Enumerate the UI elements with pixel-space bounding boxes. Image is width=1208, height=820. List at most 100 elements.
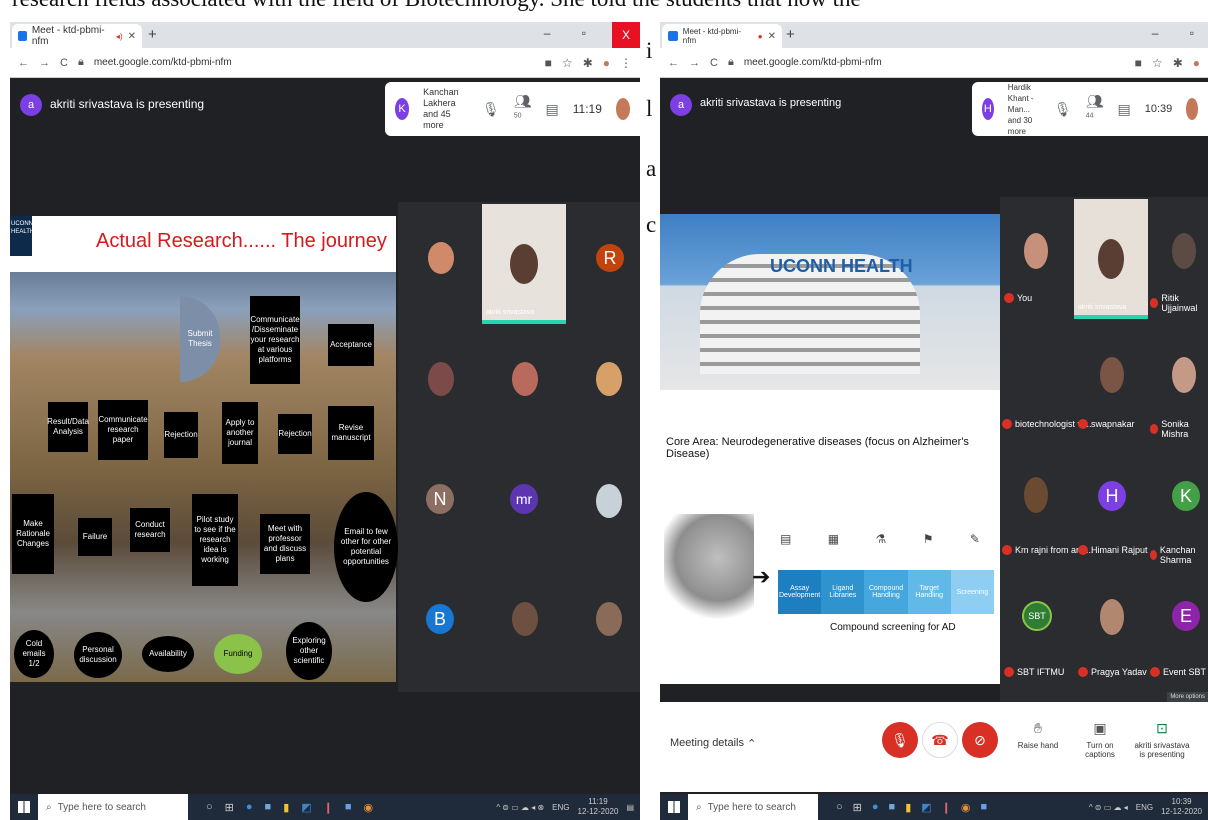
cortana-icon[interactable]: ○: [206, 801, 213, 814]
forward-icon[interactable]: →: [689, 57, 700, 69]
muted-icon: [1002, 419, 1012, 429]
chrome-icon[interactable]: ◉: [961, 801, 971, 814]
profile-icon[interactable]: ●: [1193, 56, 1200, 70]
active-speaker-tile[interactable]: akriti srivastava: [1074, 199, 1148, 319]
building-photo: UCONN HEALTH: [660, 214, 1000, 390]
muted-icon: [1150, 298, 1159, 308]
store-icon[interactable]: ■: [889, 801, 896, 814]
brain-illustration: [664, 514, 754, 624]
app-icon[interactable]: ■: [980, 801, 987, 814]
leave-call-button[interactable]: ☎: [922, 722, 958, 758]
chevron-step: Target Handling: [907, 570, 951, 614]
caption-fragment: i: [646, 38, 653, 63]
arrow-icon: ➔: [752, 564, 771, 589]
camera-off-button[interactable]: ⊘: [962, 722, 998, 758]
active-speaker-tile[interactable]: akriti srivastava: [482, 204, 566, 324]
people-icon[interactable]: 👥︎50: [514, 93, 532, 126]
taskbar-apps: ○ ⊞ ● ■ ▮ ◩ ❙ ■ ◉: [206, 801, 373, 814]
notifications-icon[interactable]: ▤: [626, 803, 634, 812]
windows-start-icon[interactable]: [18, 801, 30, 813]
chevron-step: Compound Handling: [864, 570, 908, 614]
extension-icon[interactable]: ✱: [1173, 56, 1183, 70]
meet-header: a akriti srivastava is presenting K Kanc…: [10, 80, 640, 140]
mail-icon[interactable]: ◩: [921, 801, 931, 814]
edge-icon[interactable]: ●: [872, 801, 879, 814]
taskbar-search[interactable]: ⌕ Type here to search: [688, 794, 818, 820]
forward-icon[interactable]: →: [39, 57, 50, 69]
step-funding: Funding: [214, 634, 262, 674]
captions-button[interactable]: ▣ Turn on captions: [1072, 720, 1128, 759]
search-placeholder: Type here to search: [707, 801, 796, 813]
store-icon[interactable]: ■: [265, 801, 272, 814]
language-indicator[interactable]: ENG: [1136, 803, 1153, 812]
system-tray: ^ ⊜ ▭ ☁ ◂ ⊗ ENG 11:19 12-12-2020 ▤: [496, 797, 640, 817]
presenting-button[interactable]: ⊡ akriti srivastava is presenting: [1134, 720, 1190, 759]
window-controls[interactable]: ‒ ▫: [544, 26, 600, 40]
profile-icon[interactable]: ●: [603, 56, 610, 70]
people-icon[interactable]: 👥︎44: [1086, 93, 1104, 126]
camera-icon[interactable]: ■: [545, 56, 552, 70]
presentation-slide: UCONN HEALTH Core Area: Neurodegenerativ…: [660, 214, 1000, 684]
new-tab-icon[interactable]: +: [148, 26, 157, 43]
clock-time: 11:19: [588, 797, 608, 806]
close-tab-icon[interactable]: ✕: [128, 31, 136, 42]
tab-title: Meet - ktd-pbmi-nfm: [31, 25, 105, 47]
raise-hand-button[interactable]: ✋︎ Raise hand: [1010, 720, 1066, 750]
extension-icon[interactable]: ✱: [583, 56, 593, 70]
chevron-step: Ligand Libraries: [821, 570, 865, 614]
app-icon[interactable]: ❙: [942, 801, 951, 814]
app-icon[interactable]: ❙: [324, 801, 333, 814]
mic-icon[interactable]: 🎙︎: [482, 101, 500, 118]
windows-start-icon[interactable]: [668, 801, 680, 813]
step-result-analysis: Result/Data Analysis: [47, 402, 89, 452]
star-icon[interactable]: ☆: [1152, 56, 1163, 70]
joined-text: Kanchan Lakhera and 45 more: [423, 87, 459, 130]
browser-tab[interactable]: Meet - ktd-pbmi-nfm ◂) ✕: [12, 24, 142, 48]
edge-icon[interactable]: ●: [246, 801, 253, 814]
meeting-details-button[interactable]: Meeting details ⌄: [670, 736, 756, 749]
search-placeholder: Type here to search: [57, 801, 146, 813]
mic-off-button[interactable]: 🎙︎: [882, 722, 918, 758]
task-view-icon[interactable]: ⊞: [853, 801, 862, 814]
chrome-icon[interactable]: ◉: [364, 801, 374, 814]
joined-avatar: K: [395, 98, 410, 120]
more-options-tooltip[interactable]: More options: [1167, 692, 1208, 702]
window-close-icon[interactable]: X: [612, 22, 640, 48]
cortana-icon[interactable]: ○: [836, 801, 843, 814]
close-tab-icon[interactable]: ✕: [768, 31, 776, 42]
taskbar-clock[interactable]: 11:19 12-12-2020: [578, 797, 619, 817]
chat-icon[interactable]: ▤: [1117, 101, 1130, 118]
chat-icon[interactable]: ▤: [546, 101, 559, 118]
url-field[interactable]: meet.google.com/ktd-pbmi-nfm: [744, 57, 882, 68]
new-tab-icon[interactable]: +: [786, 26, 795, 43]
back-icon[interactable]: ←: [668, 57, 679, 69]
language-indicator[interactable]: ENG: [552, 803, 569, 812]
app-icon[interactable]: ■: [345, 801, 352, 814]
meeting-time: 11:19: [572, 102, 602, 116]
participant-count: 50: [513, 111, 522, 119]
window-controls[interactable]: ‒ ▫: [1152, 26, 1208, 40]
files-icon[interactable]: ▮: [283, 801, 289, 814]
mail-icon[interactable]: ◩: [301, 801, 311, 814]
mic-icon[interactable]: 🎙︎: [1054, 101, 1072, 118]
audio-icon: ◂): [115, 31, 123, 41]
tray-icons[interactable]: ^ ⊜ ▭ ☁ ◂: [1089, 803, 1128, 812]
taskbar-search[interactable]: ⌕ Type here to search: [38, 794, 188, 820]
system-tray: ^ ⊜ ▭ ☁ ◂ ENG 10:39 12-12-2020: [1089, 797, 1208, 817]
files-icon[interactable]: ▮: [905, 801, 911, 814]
search-icon: ⌕: [696, 801, 702, 813]
reload-icon[interactable]: C: [710, 57, 718, 69]
task-view-icon[interactable]: ⊞: [225, 801, 234, 814]
back-icon[interactable]: ←: [18, 57, 29, 69]
menu-icon[interactable]: ⋮: [620, 56, 632, 70]
tray-icons[interactable]: ^ ⊜ ▭ ☁ ◂ ⊗: [496, 803, 544, 812]
camera-icon[interactable]: ■: [1135, 56, 1142, 70]
windows-taskbar: ⌕ Type here to search ○ ⊞ ● ■ ▮ ◩ ❙ ◉ ■ …: [660, 794, 1208, 820]
star-icon[interactable]: ☆: [562, 56, 573, 70]
reload-icon[interactable]: C: [60, 57, 68, 69]
taskbar-clock[interactable]: 10:39 12-12-2020: [1161, 797, 1202, 817]
url-field[interactable]: meet.google.com/ktd-pbmi-nfm: [94, 57, 232, 68]
muted-icon: [1078, 667, 1088, 677]
browser-tab[interactable]: Meet - ktd-pbmi-nfm ● ✕: [662, 24, 782, 48]
muted-icon: [1002, 545, 1012, 555]
